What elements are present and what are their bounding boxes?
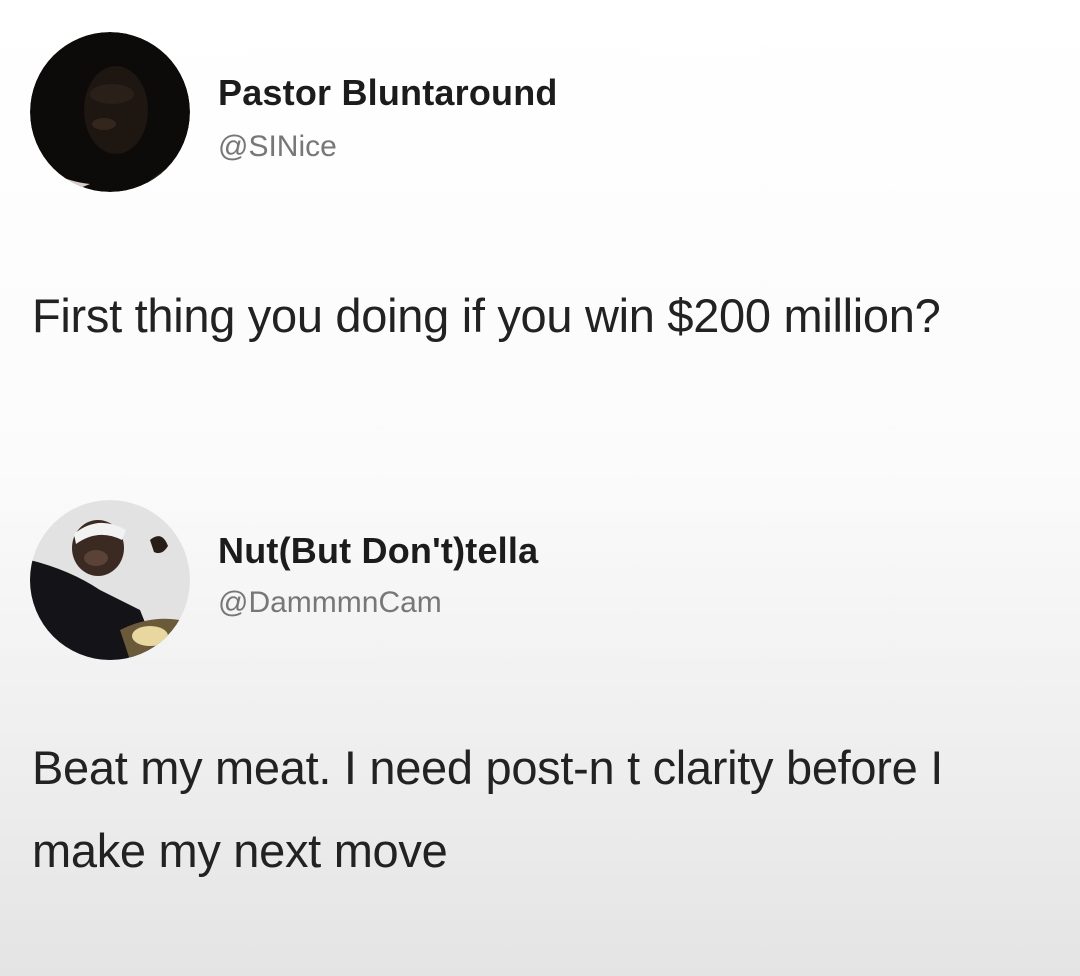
user-handle[interactable]: @SINice [218, 130, 337, 164]
user-handle[interactable]: @DammmnCam [218, 586, 442, 620]
avatar[interactable] [30, 32, 190, 192]
profile-photo-icon [30, 32, 190, 192]
tweet-text: Beat my meat. I need post-n t clarity be… [32, 741, 943, 878]
display-name[interactable]: Pastor Bluntaround [218, 72, 558, 114]
tweet-text: First thing you doing if you win $200 mi… [32, 289, 941, 342]
avatar[interactable] [30, 500, 190, 660]
display-name[interactable]: Nut(But Don't)tella [218, 530, 538, 572]
profile-photo-icon [30, 500, 190, 660]
